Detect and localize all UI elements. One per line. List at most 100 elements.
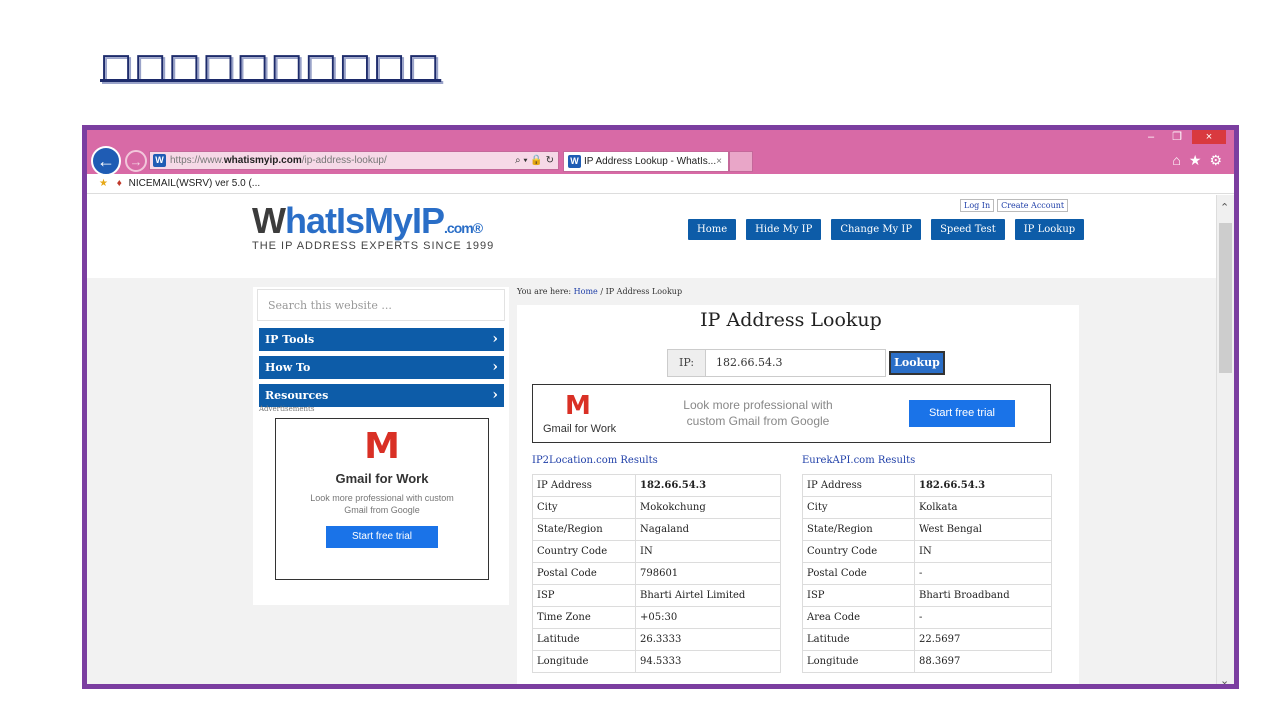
result-value: 94.5333: [635, 650, 781, 673]
create-account-link[interactable]: Create Account: [997, 199, 1069, 212]
table-row: Latitude 22.5697: [802, 628, 1052, 651]
table-row: Postal Code 798601: [532, 562, 781, 585]
ip-address-input[interactable]: 182.66.54.3: [706, 349, 886, 377]
sidebar-item-resources[interactable]: Resources ›: [259, 384, 504, 407]
gmail-logo-icon: M: [565, 391, 591, 421]
site-logo[interactable]: WhatIsMyIP.com® THE IP ADDRESS EXPERTS S…: [252, 200, 494, 252]
table-row: Longitude 94.5333: [532, 650, 781, 673]
logo-com: .com: [444, 220, 474, 236]
browser-window: – ❐ × ← → W https://www.whatismyip.com/i…: [87, 130, 1234, 684]
table-row: ISP Bharti Airtel Limited: [532, 584, 781, 607]
ad-subtitle: Look more professional with custom Gmail…: [310, 493, 454, 515]
favorites-bar-star-icon[interactable]: ★: [99, 178, 108, 189]
favorites-item[interactable]: NICEMAIL(WSRV) ver 5.0 (...: [129, 178, 261, 189]
browser-chrome: – ❐ × ← → W https://www.whatismyip.com/i…: [87, 130, 1234, 176]
lookup-card: IP Address Lookup IP: 182.66.54.3 Lookup…: [517, 305, 1079, 684]
nav-change-my-ip[interactable]: Change My IP: [831, 219, 922, 240]
close-window-button[interactable]: ×: [1192, 130, 1226, 144]
nav-ip-lookup[interactable]: IP Lookup: [1014, 219, 1085, 240]
result-key: Country Code: [532, 540, 636, 563]
vertical-scrollbar[interactable]: ⌃ ⌄: [1216, 195, 1234, 684]
result-value: Nagaland: [635, 518, 781, 541]
site-favicon-icon: W: [153, 154, 166, 167]
tab-title: IP Address Lookup - WhatIs...: [584, 156, 717, 167]
result-key: IP Address: [532, 474, 636, 497]
result-value: Bharti Broadband: [914, 584, 1052, 607]
lookup-button[interactable]: Lookup: [889, 351, 945, 375]
chevron-right-icon: ›: [492, 359, 498, 375]
minimize-button[interactable]: –: [1140, 130, 1162, 144]
ad-start-trial-button[interactable]: Start free trial: [326, 526, 438, 548]
url-path: /ip-address-lookup/: [301, 155, 387, 166]
gmail-banner-ad[interactable]: M Gmail for Work Look more professional …: [532, 384, 1051, 443]
result-key: Latitude: [532, 628, 636, 651]
table-row: Country Code IN: [532, 540, 781, 563]
table-row: IP Address 182.66.54.3: [532, 474, 781, 497]
result-value: +05:30: [635, 606, 781, 629]
nav-speed-test[interactable]: Speed Test: [931, 219, 1005, 240]
favorites-star-icon[interactable]: ★: [1189, 152, 1202, 169]
address-tools-icons[interactable]: ⌕ ▾ 🔒 ↻: [515, 152, 554, 169]
back-arrow-icon: ←: [97, 150, 115, 171]
restore-button[interactable]: ❐: [1166, 130, 1188, 144]
result-key: Latitude: [802, 628, 915, 651]
result-value: Mokokchung: [635, 496, 781, 519]
table-row: Time Zone +05:30: [532, 606, 781, 629]
result-key: Time Zone: [532, 606, 636, 629]
result-key: City: [802, 496, 915, 519]
scroll-down-icon[interactable]: ⌄: [1220, 674, 1229, 684]
result-value: Bharti Airtel Limited: [635, 584, 781, 607]
result-value: 26.3333: [635, 628, 781, 651]
scroll-up-icon[interactable]: ⌃: [1220, 201, 1229, 214]
tab-close-icon[interactable]: ×: [716, 152, 722, 171]
table-row: City Kolkata: [802, 496, 1052, 519]
browser-tab[interactable]: W IP Address Lookup - WhatIs... ×: [563, 151, 729, 172]
site-header: WhatIsMyIP.com® THE IP ADDRESS EXPERTS S…: [87, 195, 1221, 278]
new-tab-button[interactable]: [729, 151, 753, 172]
logo-w: W: [252, 200, 286, 241]
ip2location-results-table: IP Address 182.66.54.3 City Mokokchung State…: [532, 474, 781, 673]
result-value: 22.5697: [914, 628, 1052, 651]
breadcrumb-home-link[interactable]: Home: [574, 287, 598, 296]
breadcrumb-prefix: You are here:: [517, 287, 572, 296]
table-row: Area Code -: [802, 606, 1052, 629]
result-key: IP Address: [802, 474, 915, 497]
table-row: IP Address 182.66.54.3: [802, 474, 1052, 497]
web-page: WhatIsMyIP.com® THE IP ADDRESS EXPERTS S…: [87, 195, 1221, 684]
table-row: State/Region West Bengal: [802, 518, 1052, 541]
result-value: 798601: [635, 562, 781, 585]
result-key: City: [532, 496, 636, 519]
gmail-logo-icon: M: [364, 426, 400, 467]
site-search-input[interactable]: Search this website ...: [257, 289, 505, 321]
breadcrumb-separator: /: [600, 287, 604, 296]
favorites-bar: ★ ♦ NICEMAIL(WSRV) ver 5.0 (...: [87, 174, 1234, 194]
address-bar[interactable]: W https://www.whatismyip.com/ip-address-…: [149, 151, 559, 170]
login-link[interactable]: Log In: [960, 199, 995, 212]
result-value: 88.3697: [914, 650, 1052, 673]
result-value: -: [914, 606, 1052, 629]
banner-text: Look more professional with custom Gmail…: [683, 398, 833, 428]
ip-field-label: IP:: [667, 349, 706, 377]
ip2location-results-title[interactable]: IP2Location.com Results: [532, 455, 658, 466]
forward-button[interactable]: →: [125, 150, 147, 172]
eurekapi-results-table: IP Address 182.66.54.3 City Kolkata State/Re…: [802, 474, 1052, 673]
scrollbar-thumb[interactable]: [1219, 223, 1232, 373]
advertisements-label: Advertisements: [259, 405, 315, 413]
sidebar-ad[interactable]: M Gmail for Work Look more professional …: [275, 418, 489, 580]
sidebar-item-ip-tools[interactable]: IP Tools ›: [259, 328, 504, 351]
nav-home[interactable]: Home: [688, 219, 737, 240]
home-icon[interactable]: ⌂: [1172, 152, 1180, 169]
url-domain: whatismyip.com: [223, 155, 302, 166]
url-prefix: https://www.: [170, 155, 224, 166]
table-row: Postal Code -: [802, 562, 1052, 585]
nav-hide-my-ip[interactable]: Hide My IP: [746, 219, 822, 240]
eurekapi-results-title[interactable]: EurekAPI.com Results: [802, 455, 915, 466]
banner-start-trial-button[interactable]: Start free trial: [909, 400, 1015, 427]
result-key: Postal Code: [532, 562, 636, 585]
back-button[interactable]: ←: [91, 146, 121, 176]
window-controls: – ❐ ×: [1140, 130, 1226, 144]
banner-brand: Gmail for Work: [543, 423, 617, 435]
result-key: Postal Code: [802, 562, 915, 585]
settings-gear-icon[interactable]: ⚙: [1209, 152, 1222, 169]
sidebar-item-how-to[interactable]: How To ›: [259, 356, 504, 379]
